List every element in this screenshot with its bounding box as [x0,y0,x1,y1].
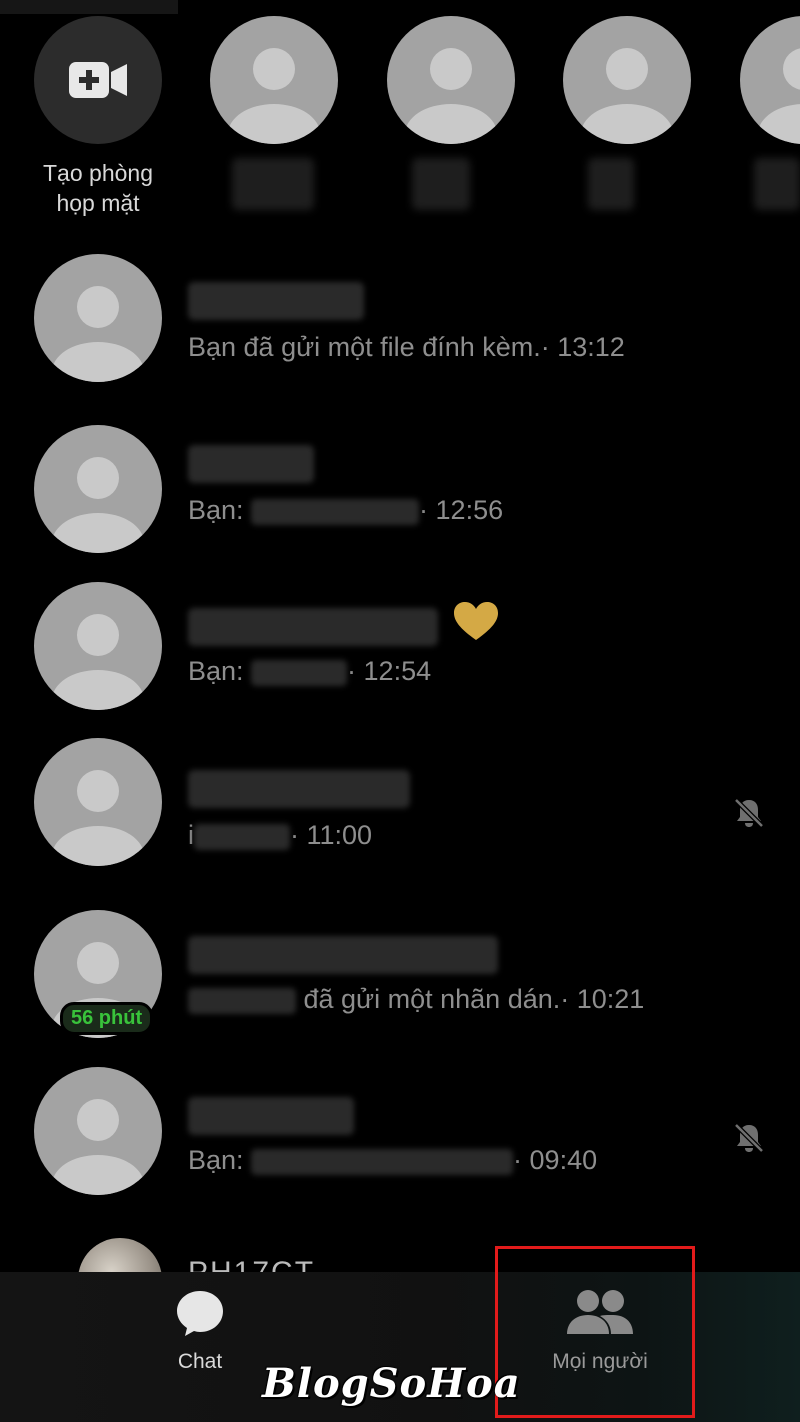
active-friend-1[interactable] [210,16,338,144]
chat-row[interactable]: Bạn: · 12:56 [0,425,800,565]
avatar-body [758,104,800,144]
chat-row[interactable]: Bạn đã gửi một file đính kèm.· 13:12 [0,254,800,394]
avatar[interactable] [34,1067,162,1195]
chat-time: · 13:12 [540,332,625,362]
blurred-contact-name [188,608,438,646]
avatar-head [77,457,119,499]
chat-time: · 10:21 [560,984,645,1014]
avatar-body [52,342,144,382]
avatar[interactable] [210,16,338,144]
video-plus-icon [69,62,127,98]
blurred-friend-name [232,158,314,210]
chat-preview: i · 11:00 [188,820,372,851]
preview-prefix: Bạn: [188,495,252,525]
chat-bubble-icon [177,1291,223,1336]
blurred-friend-name [754,158,800,210]
bell-slash-icon [734,798,764,828]
chat-row[interactable]: 56 phút đã gửi một nhãn dán.· 10:21 [0,910,800,1050]
create-room-item[interactable]: Tạo phòng họp mặt [34,16,162,218]
chat-preview: Bạn: · 09:40 [188,1145,597,1176]
avatar-head [606,48,648,90]
avatar-head [77,1099,119,1141]
active-friend-4[interactable] [740,16,800,144]
active-time-badge: 56 phút [60,1002,154,1035]
active-friend-3[interactable] [563,16,691,144]
active-friends-row[interactable]: Tạo phòng họp mặt [0,0,800,240]
avatar-body [581,104,673,144]
avatar-body [52,826,144,866]
chat-row[interactable]: Bạn: · 12:54 [0,582,800,722]
chat-time: · 12:54 [347,656,432,686]
messenger-chats-screen: Tạo phòng họp mặt Bạn đã gửi một file đí… [0,0,800,1422]
chat-time: · 12:56 [419,495,504,525]
blurred-preview [251,498,420,525]
avatar[interactable] [387,16,515,144]
blurred-contact-name [188,770,410,808]
create-room-button[interactable] [34,16,162,144]
avatar[interactable] [34,254,162,382]
heart-emoji-icon [454,602,498,651]
avatar[interactable] [34,582,162,710]
preview-prefix: Bạn: [188,1145,252,1175]
avatar[interactable] [563,16,691,144]
chat-time: · 09:40 [513,1145,598,1175]
blurred-preview [251,1148,514,1175]
blurred-contact-name [188,445,314,483]
avatar-head [430,48,472,90]
chat-time: · 11:00 [290,820,373,850]
blurred-preview [188,987,296,1014]
chat-preview: Bạn đã gửi một file đính kèm.· 13:12 [188,332,625,363]
blurred-preview [194,823,290,850]
avatar-body [405,104,497,144]
chat-preview: Bạn: · 12:56 [188,495,503,526]
avatar-head [77,286,119,328]
active-friend-2[interactable] [387,16,515,144]
blurred-friend-name [588,158,634,210]
blurred-preview [251,659,348,686]
chat-preview: đã gửi một nhãn dán.· 10:21 [188,984,644,1015]
avatar[interactable] [34,425,162,553]
avatar-head [783,48,800,90]
chat-preview: Bạn: · 12:54 [188,656,431,687]
avatar-head [77,614,119,656]
blurred-contact-name [188,282,364,320]
avatar-body [52,670,144,710]
blurred-contact-name [188,1097,354,1135]
preview-text: Bạn đã gửi một file đính kèm. [188,332,541,362]
blurred-contact-name [188,936,498,974]
chat-row[interactable]: i · 11:00 [0,738,800,878]
avatar-head [77,770,119,812]
bell-slash-icon [734,1123,764,1153]
avatar[interactable] [740,16,800,144]
preview-suffix: đã gửi một nhãn dán. [296,984,561,1014]
avatar[interactable] [34,738,162,866]
avatar-body [52,1155,144,1195]
preview-prefix: Bạn: [188,656,252,686]
avatar-head [253,48,295,90]
avatar-body [228,104,320,144]
watermark-logo: BlogSoHoa [262,1360,521,1407]
create-room-label: Tạo phòng họp mặt [43,160,153,216]
avatar-head [77,942,119,984]
blurred-friend-name [412,158,470,210]
highlight-annotation-box [495,1246,695,1418]
chat-row[interactable]: Bạn: · 09:40 [0,1067,800,1207]
avatar-body [52,513,144,553]
